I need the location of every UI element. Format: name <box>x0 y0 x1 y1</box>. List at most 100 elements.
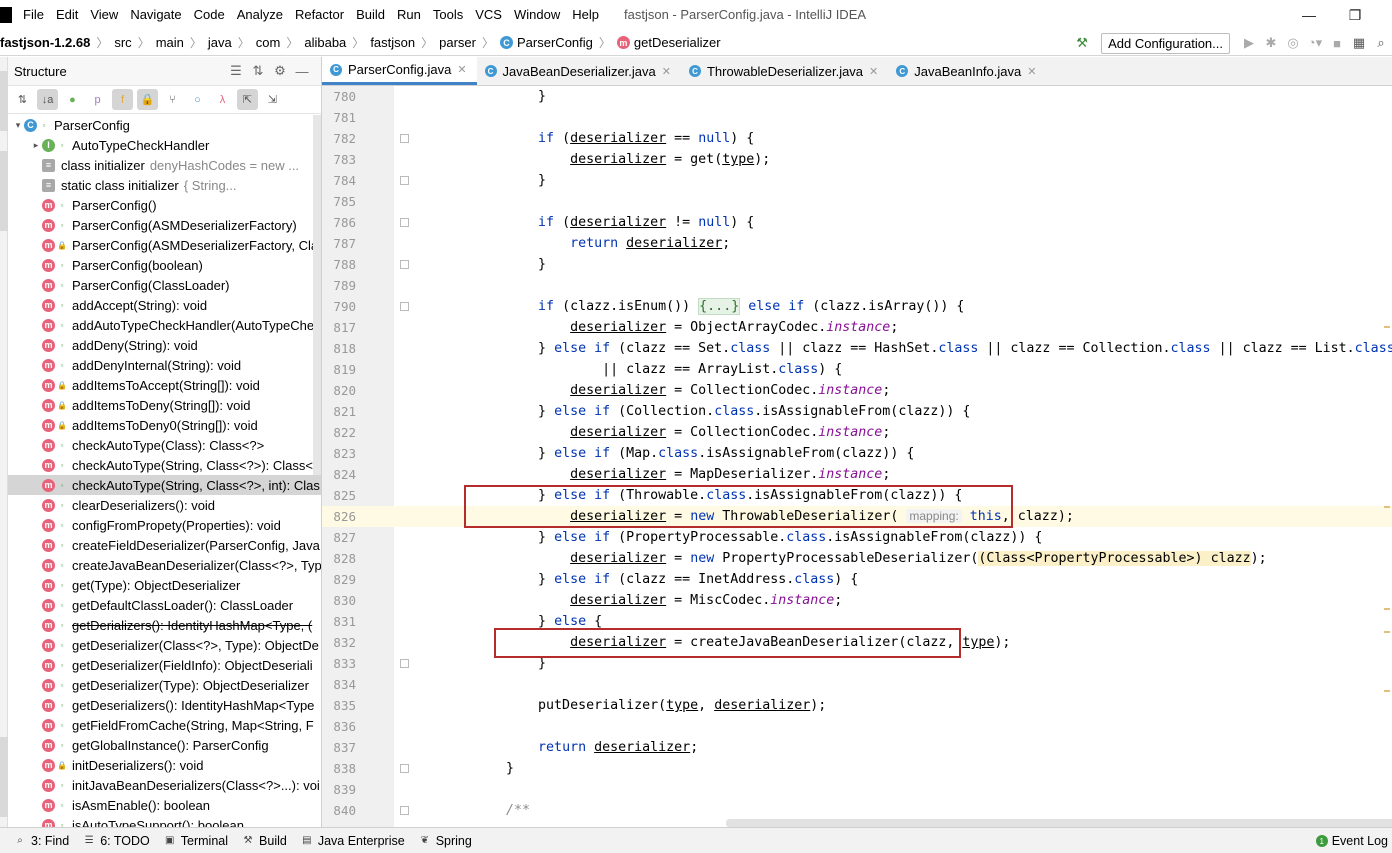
code-line[interactable]: 788 } <box>322 254 1392 275</box>
sort-by-visibility-icon[interactable]: ⇅ <box>12 89 33 110</box>
code-line[interactable]: 820 deserializer = CollectionCodec.insta… <box>322 380 1392 401</box>
fold-marker-icon[interactable] <box>400 764 409 773</box>
menu-edit[interactable]: Edit <box>51 0 85 30</box>
breadcrumb-alibaba[interactable]: alibaba <box>304 35 346 50</box>
profile-icon[interactable]: ◔▾ <box>1304 32 1326 54</box>
structure-item[interactable]: m ▫ checkAutoType(String, Class<?>, int): … <box>8 475 321 495</box>
expand-all-icon[interactable]: ☰ <box>225 61 247 81</box>
project-tool-tab[interactable] <box>0 71 8 131</box>
structure-item[interactable]: m ▫ initJavaBeanDeserializers(Class<?>...)… <box>8 775 321 795</box>
code-line[interactable]: 829 } else if (clazz == InetAddress.clas… <box>322 569 1392 590</box>
code-line[interactable]: 783 deserializer = get(type); <box>322 149 1392 170</box>
show-properties-icon[interactable]: p <box>87 89 108 110</box>
structure-item[interactable]: m ▫ ParserConfig(boolean) <box>8 255 321 275</box>
code-line[interactable]: 835 putDeserializer(type, deserializer); <box>322 695 1392 716</box>
favorites-tool-tab[interactable] <box>0 737 8 817</box>
code-line[interactable]: 840 /** <box>322 800 1392 821</box>
close-tab-icon[interactable]: ✕ <box>869 65 878 78</box>
fold-marker-icon[interactable] <box>400 659 409 668</box>
structure-item[interactable]: m ▫ addAccept(String): void <box>8 295 321 315</box>
structure-item[interactable]: m ▫ getGlobalInstance(): ParserConfig <box>8 735 321 755</box>
code-line[interactable]: 830 deserializer = MiscCodec.instance; <box>322 590 1392 611</box>
tool-window-terminal[interactable]: ▣ Terminal <box>164 834 228 848</box>
tab-javabeaninfo[interactable]: C JavaBeanInfo.java ✕ <box>888 57 1046 85</box>
tool-window-find[interactable]: ⌕ 3: Find <box>14 834 69 848</box>
code-line[interactable]: 836 <box>322 716 1392 737</box>
menu-run[interactable]: Run <box>392 0 428 30</box>
breadcrumb-java[interactable]: java <box>208 35 232 50</box>
hide-panel-icon[interactable]: — <box>291 61 313 81</box>
breadcrumb-method[interactable]: m getDeserializer <box>616 35 721 50</box>
code-line[interactable]: 837 return deserializer; <box>322 737 1392 758</box>
tool-window-java-enterprise[interactable]: ▤ Java Enterprise <box>301 834 405 848</box>
menu-build[interactable]: Build <box>351 0 392 30</box>
structure-item[interactable]: m ▫ getDeserializer(Type): ObjectDeseriali… <box>8 675 321 695</box>
structure-item[interactable]: m 🔒 addItemsToDeny(String[]): void <box>8 395 321 415</box>
code-line[interactable]: 827 } else if (PropertyProcessable.class… <box>322 527 1392 548</box>
run-icon[interactable]: ▶ <box>1238 32 1260 54</box>
debug-icon[interactable]: ✱ <box>1260 32 1282 54</box>
fold-marker-icon[interactable] <box>400 134 409 143</box>
collapsed-arrow-icon[interactable]: ▸ <box>30 140 42 151</box>
close-tab-icon[interactable]: ✕ <box>1027 65 1036 78</box>
structure-item[interactable]: m ▫ createJavaBeanDeserializer(Class<?>, T… <box>8 555 321 575</box>
code-line[interactable]: 780 } <box>322 86 1392 107</box>
event-log-button[interactable]: 1 Event Log <box>1315 828 1388 853</box>
breadcrumb-fastjson[interactable]: fastjson <box>370 35 415 50</box>
code-line[interactable]: 789 <box>322 275 1392 296</box>
structure-item[interactable]: m ▫ ParserConfig(ClassLoader) <box>8 275 321 295</box>
menu-window[interactable]: Window <box>509 0 567 30</box>
tool-window-build[interactable]: ⚒ Build <box>242 834 287 848</box>
code-line[interactable]: 823 } else if (Map.class.isAssignableFro… <box>322 443 1392 464</box>
code-line[interactable]: 787 return deserializer; <box>322 233 1392 254</box>
sort-alphabetically-icon[interactable]: ↓a <box>37 89 58 110</box>
menu-refactor[interactable]: Refactor <box>290 0 351 30</box>
breadcrumb-class[interactable]: C ParserConfig <box>500 35 593 50</box>
code-editor[interactable]: 780 } 781 782 if (deserializer == null) {7… <box>322 86 1392 827</box>
code-line[interactable]: 828 deserializer = new PropertyProcessab… <box>322 548 1392 569</box>
fold-marker-icon[interactable] <box>400 302 409 311</box>
expanded-arrow-icon[interactable]: ▾ <box>12 120 24 131</box>
structure-item[interactable]: ▸ I ▫ AutoTypeCheckHandler <box>8 135 321 155</box>
gear-icon[interactable]: ⚙ <box>269 61 291 81</box>
structure-item[interactable]: m ▫ ParserConfig(ASMDeserializerFactory) <box>8 215 321 235</box>
fold-marker-icon[interactable] <box>400 176 409 185</box>
code-line[interactable]: 785 <box>322 191 1392 212</box>
menu-file[interactable]: File <box>18 0 51 30</box>
horizontal-scrollbar[interactable] <box>726 819 1392 827</box>
structure-item[interactable]: m ▫ addDeny(String): void <box>8 335 321 355</box>
structure-item[interactable]: ≡ class initializer denyHashCodes = new ..… <box>8 155 321 175</box>
structure-item[interactable]: m ▫ createFieldDeserializer(ParserConfig, … <box>8 535 321 555</box>
breadcrumb-com[interactable]: com <box>256 35 281 50</box>
code-line[interactable]: 834 <box>322 674 1392 695</box>
menu-navigate[interactable]: Navigate <box>125 0 188 30</box>
structure-item[interactable]: m 🔒 addItemsToAccept(String[]): void <box>8 375 321 395</box>
structure-item[interactable]: m 🔒 ParserConfig(ASMDeserializerFactory, C… <box>8 235 321 255</box>
close-tab-icon[interactable]: ✕ <box>662 65 671 78</box>
tab-javabeandeserializer[interactable]: C JavaBeanDeserializer.java ✕ <box>477 57 681 85</box>
structure-item[interactable]: m ▫ getDeserializers(): IdentityHashMap<Ty… <box>8 695 321 715</box>
structure-item[interactable]: m ▫ getDerializers(): IdentityHashMap<Type… <box>8 615 321 635</box>
tab-parserconfig[interactable]: C ParserConfig.java ✕ <box>322 57 477 85</box>
structure-item[interactable]: m ▫ getFieldFromCache(String, Map<String, … <box>8 715 321 735</box>
add-configuration-button[interactable]: Add Configuration... <box>1101 32 1230 54</box>
autoscroll-from-source-icon[interactable]: ⇲ <box>262 89 283 110</box>
menu-view[interactable]: View <box>85 0 125 30</box>
menu-vcs[interactable]: VCS <box>470 0 509 30</box>
structure-item[interactable]: m ▫ addDenyInternal(String): void <box>8 355 321 375</box>
breadcrumb-parser[interactable]: parser <box>439 35 476 50</box>
code-line[interactable]: 782 if (deserializer == null) { <box>322 128 1392 149</box>
structure-tool-tab[interactable] <box>0 151 8 231</box>
structure-item[interactable]: ▾ C ▫ ParserConfig <box>8 115 321 135</box>
structure-item[interactable]: m ▫ isAutoTypeSupport(): boolean <box>8 815 321 827</box>
tab-throwabledeserializer[interactable]: C ThrowableDeserializer.java ✕ <box>681 57 888 85</box>
code-line[interactable]: 790 if (clazz.isEnum()) {...} else if (c… <box>322 296 1392 317</box>
structure-item[interactable]: m ▫ isAsmEnable(): boolean <box>8 795 321 815</box>
structure-item[interactable]: m ▫ addAutoTypeCheckHandler(AutoTypeChe <box>8 315 321 335</box>
breadcrumb-src[interactable]: src <box>114 35 131 50</box>
tool-window-todo[interactable]: ☰ 6: TODO <box>83 834 150 848</box>
fold-marker-icon[interactable] <box>400 218 409 227</box>
coverage-icon[interactable]: ◎ <box>1282 32 1304 54</box>
code-line[interactable]: 784 } <box>322 170 1392 191</box>
maximize-button[interactable]: ❐ <box>1332 0 1378 30</box>
